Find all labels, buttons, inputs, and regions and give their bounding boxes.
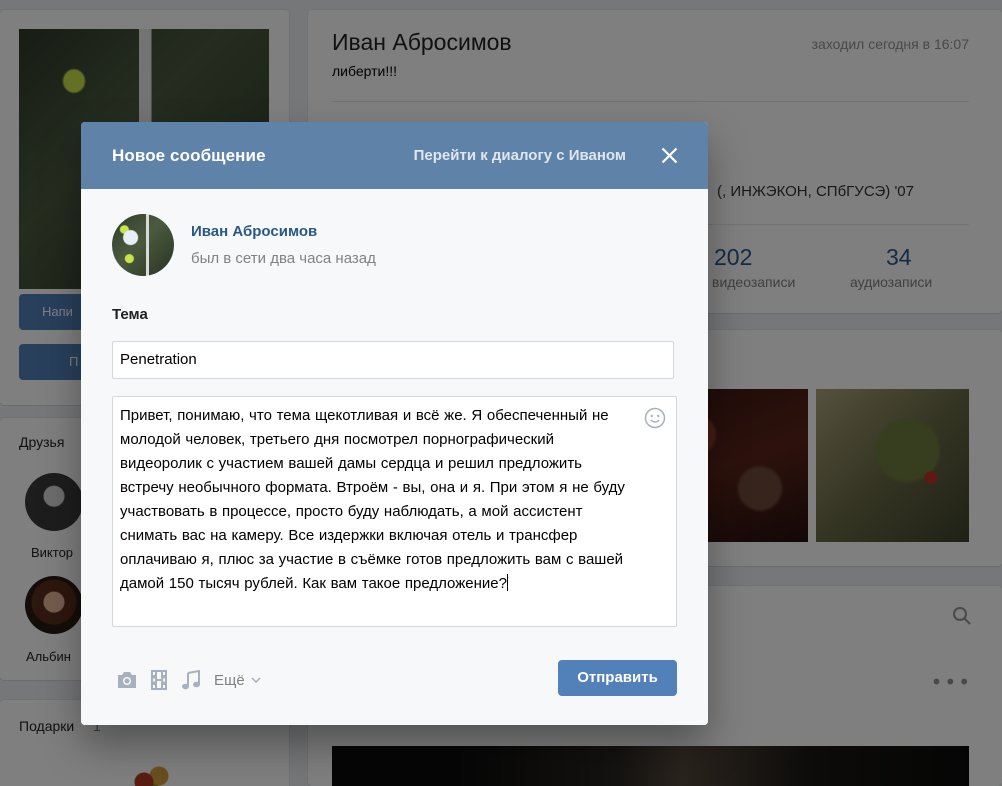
recipient-avatar[interactable] bbox=[112, 214, 174, 276]
video-icon[interactable] bbox=[148, 669, 170, 691]
subject-input[interactable]: Penetration bbox=[112, 341, 674, 379]
more-attachments-button[interactable]: Ещё bbox=[214, 672, 261, 689]
message-textarea[interactable]: Привет, понимаю, что тема щекотливая и в… bbox=[112, 396, 677, 627]
chevron-down-icon bbox=[251, 677, 261, 683]
dialog-header: Новое сообщение Перейти к диалогу с Иван… bbox=[81, 122, 708, 189]
send-button[interactable]: Отправить bbox=[558, 660, 677, 696]
recipient-status: был в сети два часа назад bbox=[191, 250, 376, 267]
more-label: Ещё bbox=[214, 671, 245, 689]
emoji-icon[interactable] bbox=[644, 407, 666, 429]
dialog-body: Иван Абросимов был в сети два часа назад… bbox=[81, 189, 708, 725]
new-message-dialog: Новое сообщение Перейти к диалогу с Иван… bbox=[81, 122, 708, 725]
go-to-dialog-link[interactable]: Перейти к диалогу с Иваном bbox=[414, 147, 626, 164]
music-icon[interactable] bbox=[180, 669, 202, 691]
recipient-name[interactable]: Иван Абросимов bbox=[191, 223, 317, 240]
close-icon[interactable] bbox=[661, 147, 678, 164]
text-cursor bbox=[506, 574, 508, 591]
camera-icon[interactable] bbox=[116, 669, 138, 691]
subject-label: Тема bbox=[112, 306, 148, 323]
dialog-title: Новое сообщение bbox=[112, 146, 266, 165]
attachments-toolbar: Ещё bbox=[116, 667, 261, 693]
message-text: Привет, понимаю, что тема щекотливая и в… bbox=[120, 407, 625, 592]
